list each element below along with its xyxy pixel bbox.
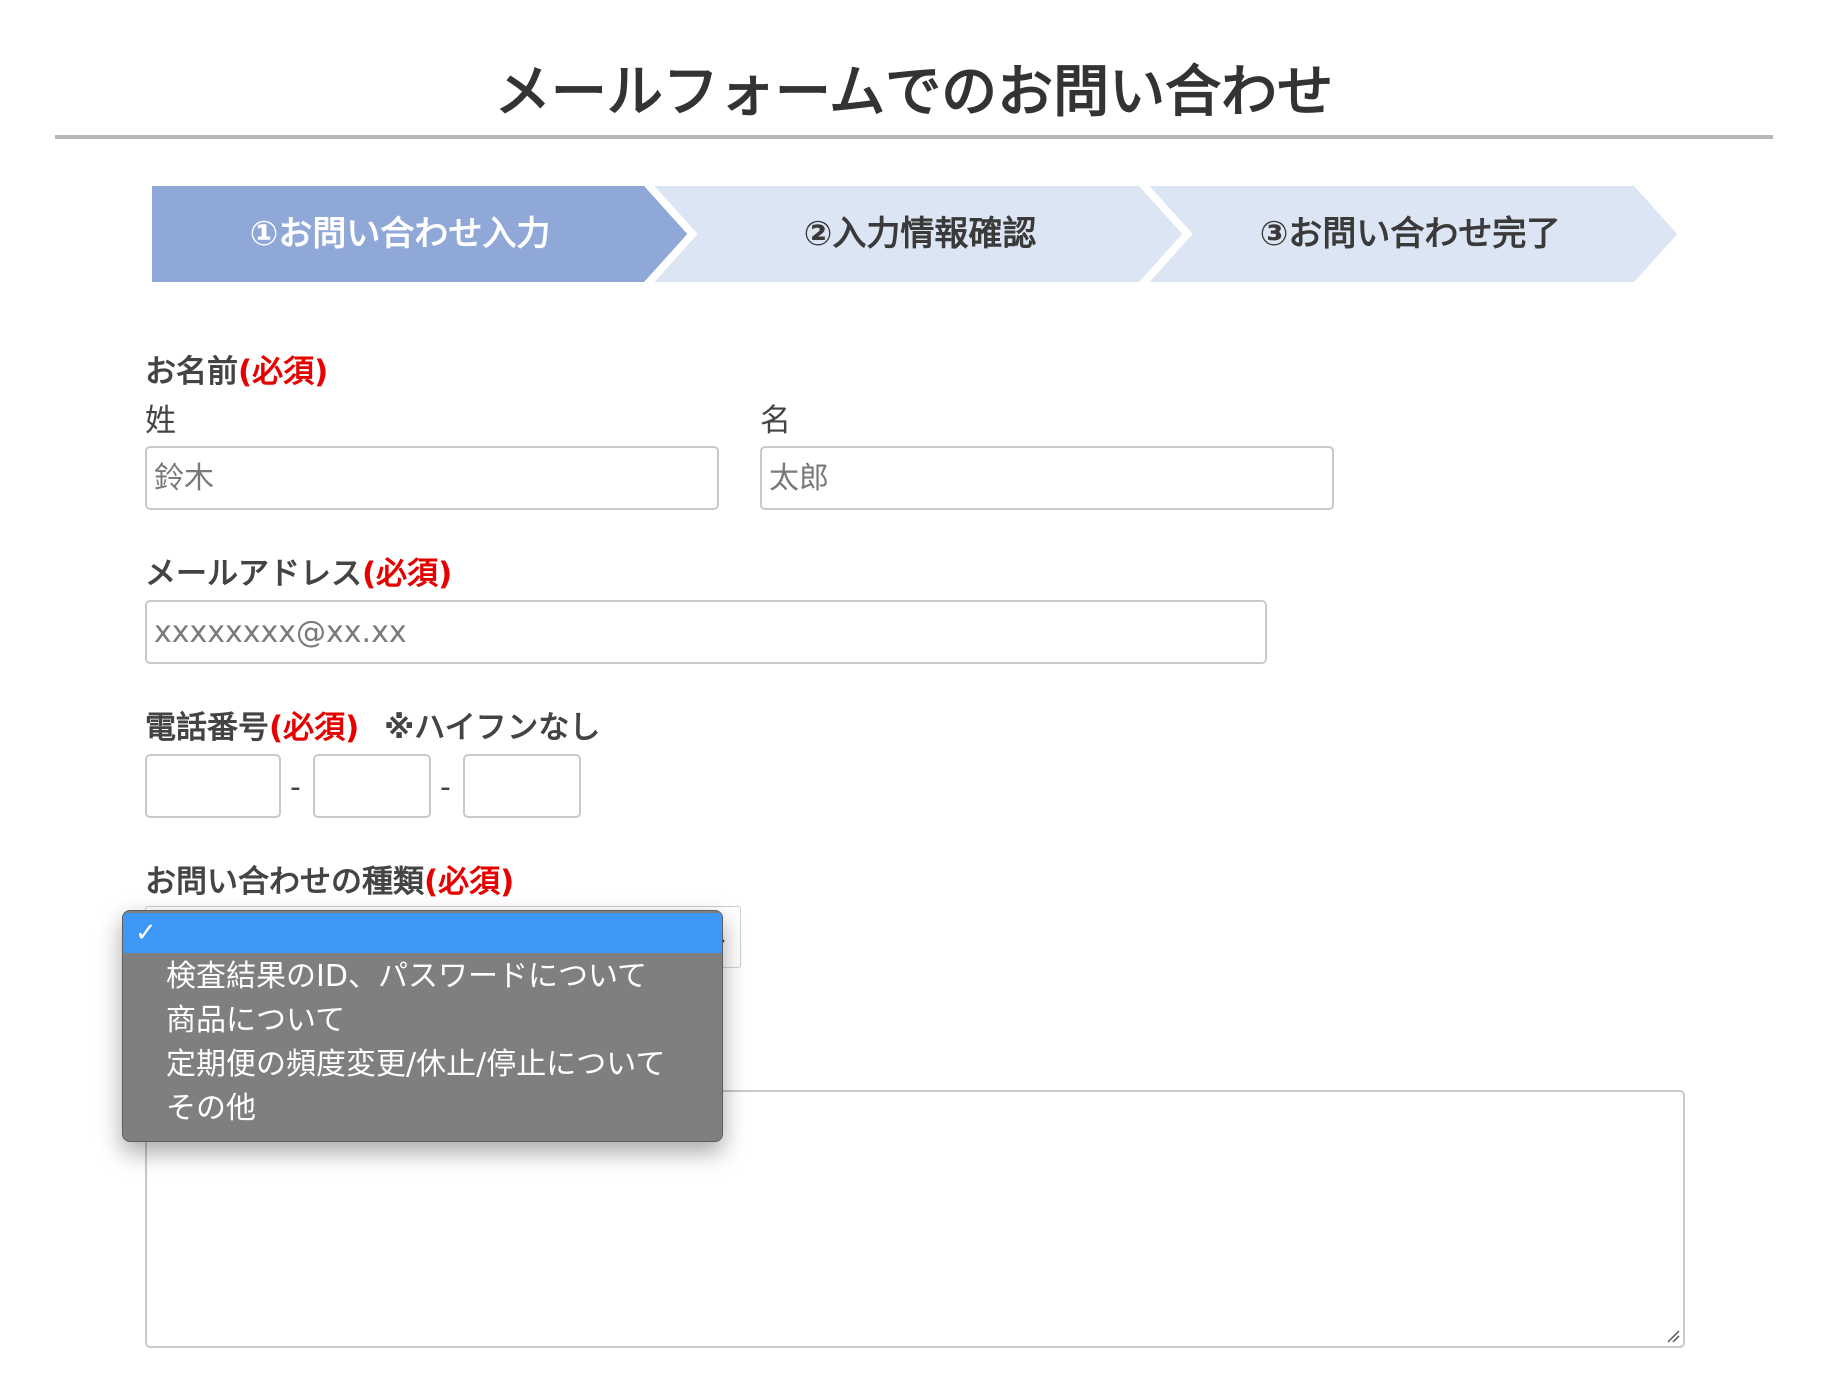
required-mark: (必須) xyxy=(269,710,360,746)
phone-label: 電話番号(必須) ※ハイフンなし xyxy=(145,708,600,748)
required-mark: (必須) xyxy=(424,864,515,900)
required-mark: (必須) xyxy=(238,354,329,390)
first-name-label: 名 xyxy=(760,403,791,439)
resize-grip-icon[interactable] xyxy=(1664,1327,1680,1343)
last-name-label: 姓 xyxy=(145,403,176,439)
step-3-label: ③お問い合わせ完了 xyxy=(1259,214,1561,254)
step-1-label: ①お問い合わせ入力 xyxy=(249,214,551,254)
step-2-label: ②入力情報確認 xyxy=(803,214,1037,254)
phone-separator: - xyxy=(290,770,301,805)
dropdown-option-other[interactable]: その他 xyxy=(123,1087,722,1131)
step-progress-bar: ①お問い合わせ入力 ②入力情報確認 ③お問い合わせ完了 xyxy=(150,184,1680,284)
phone-label-text: 電話番号 xyxy=(145,710,269,746)
inquiry-type-label: お問い合わせの種類(必須) xyxy=(145,862,514,902)
phone-part-2-input[interactable] xyxy=(313,754,431,818)
dropdown-option-products[interactable]: 商品について xyxy=(123,999,722,1043)
dropdown-option-empty[interactable]: ✓ xyxy=(123,913,722,953)
inquiry-type-dropdown-menu: ✓ 検査結果のID、パスワードについて 商品について 定期便の頻度変更/休止/停… xyxy=(122,910,723,1142)
phone-separator: - xyxy=(440,770,451,805)
last-name-input[interactable] xyxy=(145,446,719,510)
first-name-input[interactable] xyxy=(760,446,1334,510)
page-title: メールフォームでのお問い合わせ xyxy=(494,59,1334,125)
dropdown-option-subscription[interactable]: 定期便の頻度変更/休止/停止について xyxy=(123,1043,722,1087)
required-mark: (必須) xyxy=(362,556,453,592)
phone-note: ※ハイフンなし xyxy=(384,710,601,746)
email-label-text: メールアドレス xyxy=(145,556,362,592)
name-label-text: お名前 xyxy=(145,354,238,390)
phone-part-1-input[interactable] xyxy=(145,754,281,818)
inquiry-type-label-text: お問い合わせの種類 xyxy=(145,864,424,900)
dropdown-option-id-password[interactable]: 検査結果のID、パスワードについて xyxy=(123,955,722,999)
checkmark-icon: ✓ xyxy=(135,918,157,948)
email-input[interactable] xyxy=(145,600,1267,664)
phone-part-3-input[interactable] xyxy=(463,754,581,818)
title-divider xyxy=(55,135,1773,139)
name-label: お名前(必須) xyxy=(145,352,328,392)
email-label: メールアドレス(必須) xyxy=(145,554,452,594)
